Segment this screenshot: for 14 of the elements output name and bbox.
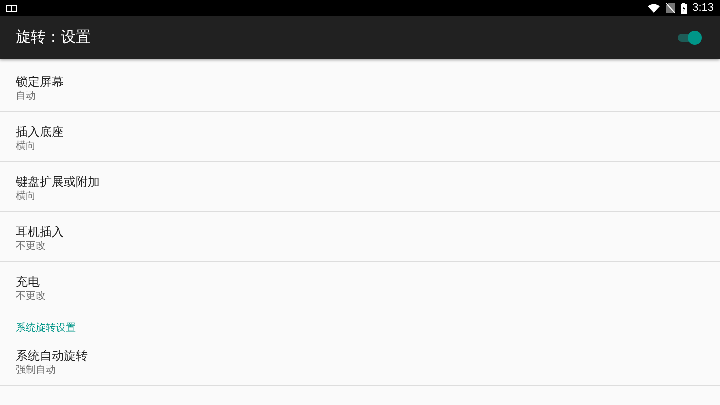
toggle-switch[interactable]	[676, 30, 702, 44]
section-header: 系统旋转设置	[16, 322, 76, 336]
setting-row[interactable]: 充电 不更改	[0, 262, 720, 312]
setting-row[interactable]: 锁定屏幕 自动	[0, 62, 720, 112]
setting-row[interactable]: 系统自动旋转 强制自动	[0, 336, 720, 386]
no-sim-icon	[666, 3, 675, 13]
setting-row[interactable]: 耳机插入 不更改	[0, 212, 720, 262]
battery-icon	[680, 2, 687, 14]
wifi-icon	[648, 4, 660, 12]
clock-time: 3:13	[692, 2, 714, 14]
setting-row[interactable]: 插入底座 横向	[0, 112, 720, 162]
window-icon	[6, 4, 17, 12]
screen-title: 旋转：设置	[16, 28, 91, 47]
setting-row[interactable]: 键盘扩展或附加 横向	[0, 162, 720, 212]
